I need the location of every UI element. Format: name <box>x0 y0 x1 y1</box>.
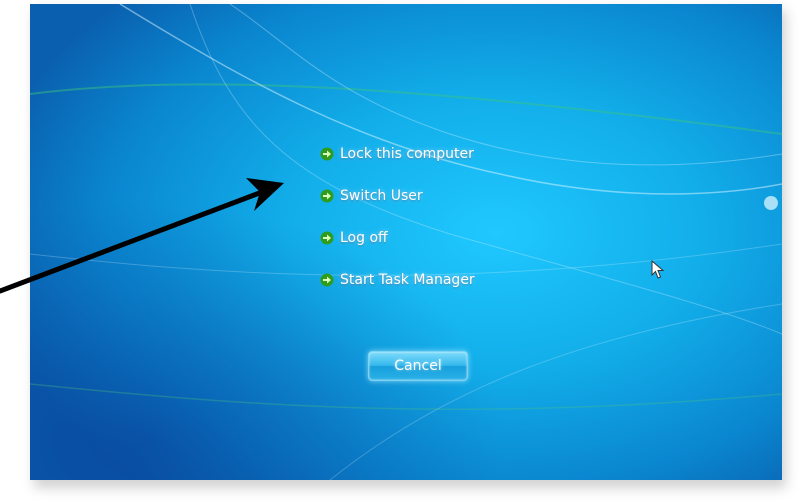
task-manager-option[interactable]: Start Task Manager <box>320 270 475 290</box>
security-screen: Lock this computer Switch User Log off S… <box>30 4 782 480</box>
log-off-label: Log off <box>340 230 388 246</box>
task-manager-label: Start Task Manager <box>340 272 475 288</box>
log-off-option[interactable]: Log off <box>320 228 475 248</box>
green-arrow-icon <box>320 273 334 287</box>
green-arrow-icon <box>320 231 334 245</box>
lock-computer-label: Lock this computer <box>340 146 474 162</box>
edge-highlight <box>764 196 778 210</box>
switch-user-label: Switch User <box>340 188 423 204</box>
mouse-cursor-icon <box>651 260 665 279</box>
photo-frame: Lock this computer Switch User Log off S… <box>0 0 798 504</box>
green-arrow-icon <box>320 189 334 203</box>
security-options-list: Lock this computer Switch User Log off S… <box>320 144 475 312</box>
lock-computer-option[interactable]: Lock this computer <box>320 144 475 164</box>
cancel-button[interactable]: Cancel <box>368 351 468 381</box>
green-arrow-icon <box>320 147 334 161</box>
switch-user-option[interactable]: Switch User <box>320 186 475 206</box>
